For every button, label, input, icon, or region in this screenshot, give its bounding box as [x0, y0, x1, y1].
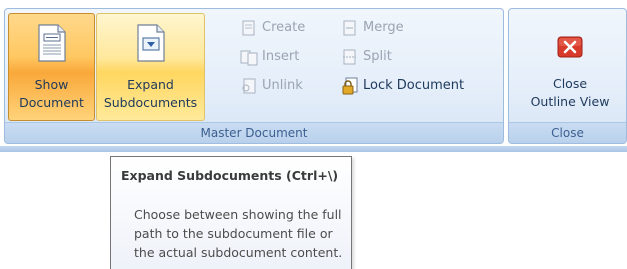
close-group-label: Close: [509, 122, 626, 143]
close-icon: [557, 36, 583, 58]
ribbon: Show Document Expand Subdocuments Create…: [0, 0, 627, 152]
expand-document-icon: [136, 24, 165, 62]
close-outline-view-button[interactable]: Close Outline View: [514, 13, 626, 121]
split-label: Split: [363, 49, 392, 64]
insert-label: Insert: [262, 49, 300, 64]
show-document-button[interactable]: Show Document: [8, 13, 95, 121]
merge-button[interactable]: Merge: [341, 17, 404, 39]
lock-document-button[interactable]: Lock Document: [341, 75, 464, 97]
ribbon-bottom-edge: [0, 146, 627, 152]
show-document-label: Show Document: [19, 77, 84, 110]
unlink-label: Unlink: [262, 78, 303, 93]
insert-subdocument-icon: [240, 50, 258, 65]
expand-subdocuments-label: Expand Subdocuments: [103, 77, 198, 110]
split-icon: [343, 49, 356, 64]
create-label: Create: [262, 20, 306, 35]
create-subdocument-icon: [242, 20, 255, 35]
merge-label: Merge: [363, 20, 404, 35]
lock-document-label: Lock Document: [363, 78, 465, 93]
create-button[interactable]: Create: [240, 17, 305, 39]
tooltip-title: Expand Subdocuments (Ctrl+\): [121, 168, 339, 183]
close-group: Close Outline View Close: [508, 8, 627, 144]
expand-subdocuments-button[interactable]: Expand Subdocuments: [96, 13, 205, 121]
unlink-button[interactable]: Unlink: [240, 75, 303, 97]
master-document-group: Show Document Expand Subdocuments Create…: [4, 8, 504, 144]
insert-button[interactable]: Insert: [240, 46, 299, 68]
expand-subdocuments-tooltip: Expand Subdocuments (Ctrl+\) Choose betw…: [110, 156, 352, 269]
close-outline-view-label: Close Outline View: [530, 76, 610, 109]
document-icon: [37, 24, 66, 62]
tooltip-description: Choose between showing the full path to …: [134, 207, 343, 260]
merge-icon: [343, 20, 356, 35]
unlink-icon: [242, 78, 256, 93]
split-button[interactable]: Split: [341, 46, 392, 68]
lock-document-icon: [342, 77, 358, 94]
master-document-group-label: Master Document: [5, 122, 503, 143]
